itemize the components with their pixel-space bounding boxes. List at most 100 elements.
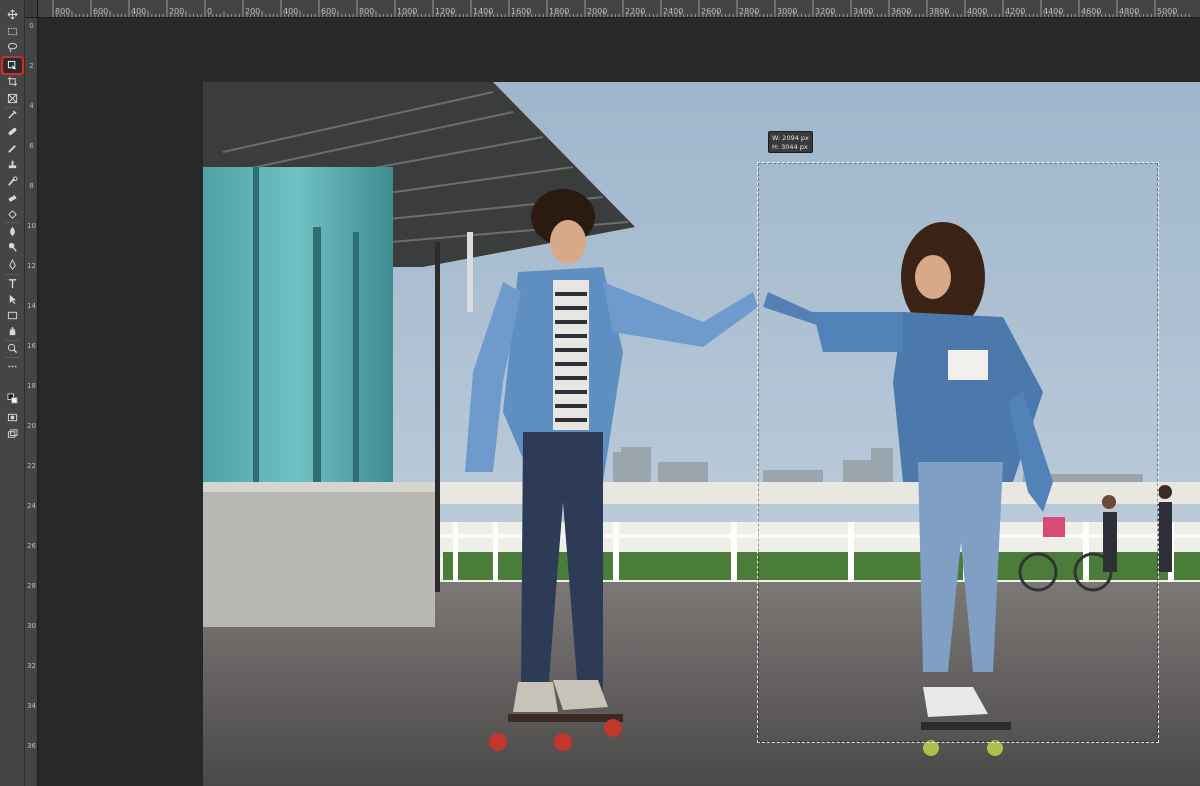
ruler-top-tick-label: 1200 — [435, 7, 456, 16]
ruler-top-labels: 800 600 400 200 0 200 400 600 800 1000 1200 1400 160… — [38, 0, 1200, 17]
rectangle-icon — [7, 311, 18, 320]
eyedropper-tool[interactable] — [3, 107, 22, 122]
dodge-tool[interactable] — [3, 240, 22, 255]
ruler-left-tick-label: 12 — [27, 262, 36, 270]
healing-brush-tool[interactable] — [3, 124, 22, 139]
ruler-left-tick-label: 4 — [29, 102, 34, 110]
move-tool[interactable] — [3, 7, 22, 22]
ruler-top-tick-label: 5000 — [1157, 7, 1178, 16]
move-icon — [7, 9, 18, 20]
selection-height-label: H: 3044 px — [772, 143, 808, 151]
paint-bucket-icon — [8, 210, 17, 219]
ruler-left-tick-label: 32 — [27, 662, 36, 670]
crop-icon — [7, 76, 18, 87]
tool-separator — [5, 340, 20, 341]
rectangle-tool[interactable] — [3, 308, 22, 323]
brush-icon — [8, 145, 16, 153]
droplet-icon — [10, 226, 15, 237]
ruler-left-tick-label: 24 — [27, 502, 36, 510]
ruler-top-tick-label: 4400 — [1043, 7, 1064, 16]
type-tool[interactable] — [3, 276, 22, 291]
tool-separator — [5, 222, 20, 223]
pen-icon — [9, 259, 16, 270]
ruler-left-tick-label: 22 — [27, 462, 36, 470]
ruler-left-tick-label: 0 — [29, 22, 34, 30]
zoom-tool[interactable] — [3, 341, 22, 356]
photoshop-window: 800 600 400 200 0 200 400 600 800 1000 1200 1400 160… — [0, 0, 1200, 786]
ruler-top-tick-label: 4800 — [1119, 7, 1140, 16]
pen-tool[interactable] — [3, 257, 22, 272]
ruler-left-tick-label: 36 — [27, 742, 36, 750]
clone-stamp-tool[interactable] — [3, 157, 22, 172]
dodge-icon — [8, 242, 17, 252]
type-icon — [8, 279, 17, 289]
selection-width-label: W: 2094 px — [772, 134, 809, 142]
ruler-top-tick-label: 4000 — [967, 7, 988, 16]
ruler-top-tick-label: 2000 — [587, 7, 608, 16]
ruler-left-tick-label: 18 — [27, 382, 36, 390]
more-icon — [8, 365, 17, 368]
eyedropper-icon — [8, 110, 17, 119]
ruler-top-tick-label: 2800 — [739, 7, 760, 16]
blur-tool[interactable] — [3, 224, 22, 239]
ruler-top-tick-label: 400 — [283, 7, 299, 16]
object-selection-tool[interactable] — [1, 56, 24, 75]
vertical-ruler[interactable]: 0 2 4 6 8 10 12 14 16 18 20 22 24 26 28 30 32 34 36 — [25, 18, 38, 786]
eraser-tool[interactable] — [3, 191, 22, 206]
path-selection-tool[interactable] — [3, 292, 22, 307]
ruler-left-tick-label: 6 — [29, 142, 34, 150]
ruler-left-tick-label: 2 — [29, 62, 34, 70]
marquee-icon — [7, 27, 18, 36]
ruler-top-tick-label: 1600 — [511, 7, 532, 16]
brush-tool[interactable] — [3, 141, 22, 156]
edit-toolbar[interactable] — [3, 359, 22, 374]
zoom-icon — [7, 343, 18, 354]
ruler-top-tick-label: 3200 — [815, 7, 836, 16]
quick-mask[interactable] — [3, 410, 22, 425]
ruler-top-tick-label: 800 — [359, 7, 375, 16]
ruler-left-tick-label: 20 — [27, 422, 36, 430]
ruler-top-tick-label: 3400 — [853, 7, 874, 16]
selection-size-readout: W: 2094 px H: 3044 px — [768, 131, 813, 153]
ruler-left-tick-label: 34 — [27, 702, 36, 710]
ruler-top-tick-label: 200 — [169, 7, 185, 16]
ruler-left-tick-label: 10 — [27, 222, 36, 230]
ruler-left-tick-label: 16 — [27, 342, 36, 350]
gradient-tool[interactable] — [3, 207, 22, 222]
ruler-top-tick-label: 800 — [55, 7, 71, 16]
ruler-top-tick-label: 3800 — [929, 7, 950, 16]
ruler-top-tick-label: 3600 — [891, 7, 912, 16]
tool-separator — [5, 274, 20, 275]
object-selection-icon — [7, 60, 17, 70]
ruler-top-tick-label: 2400 — [663, 7, 684, 16]
color-swatches[interactable] — [3, 389, 22, 407]
ruler-origin[interactable] — [25, 0, 38, 18]
screen-mode[interactable] — [3, 427, 22, 442]
ruler-top-tick-label: 0 — [207, 7, 213, 16]
ruler-top-tick-label: 400 — [131, 7, 147, 16]
ruler-left-tick-label: 14 — [27, 302, 36, 310]
selection-marquee[interactable] — [757, 162, 1159, 743]
bandage-icon — [8, 127, 17, 136]
hand-icon — [9, 326, 16, 336]
ruler-left-tick-label: 28 — [27, 582, 36, 590]
tool-separator — [5, 107, 20, 108]
ruler-top-tick-label: 1400 — [473, 7, 494, 16]
ruler-left-tick-label: 30 — [27, 622, 36, 630]
history-brush-tool[interactable] — [3, 174, 22, 189]
marquee-tool[interactable] — [3, 24, 22, 39]
horizontal-ruler[interactable]: 800 600 400 200 0 200 400 600 800 1000 1200 1400 160… — [38, 0, 1200, 18]
ruler-left-tick-label: 26 — [27, 542, 36, 550]
screen-mode-icon — [7, 429, 18, 438]
lasso-icon — [7, 42, 18, 53]
ruler-top-tick-label: 1800 — [549, 7, 570, 16]
history-brush-icon — [8, 176, 18, 186]
tools-panel — [0, 0, 25, 786]
crop-tool[interactable] — [3, 74, 22, 89]
frame-icon — [7, 93, 18, 104]
eraser-icon — [8, 195, 17, 202]
frame-tool[interactable] — [3, 91, 22, 106]
hand-tool[interactable] — [3, 324, 22, 339]
tool-separator — [5, 56, 20, 57]
lasso-tool[interactable] — [3, 40, 22, 55]
